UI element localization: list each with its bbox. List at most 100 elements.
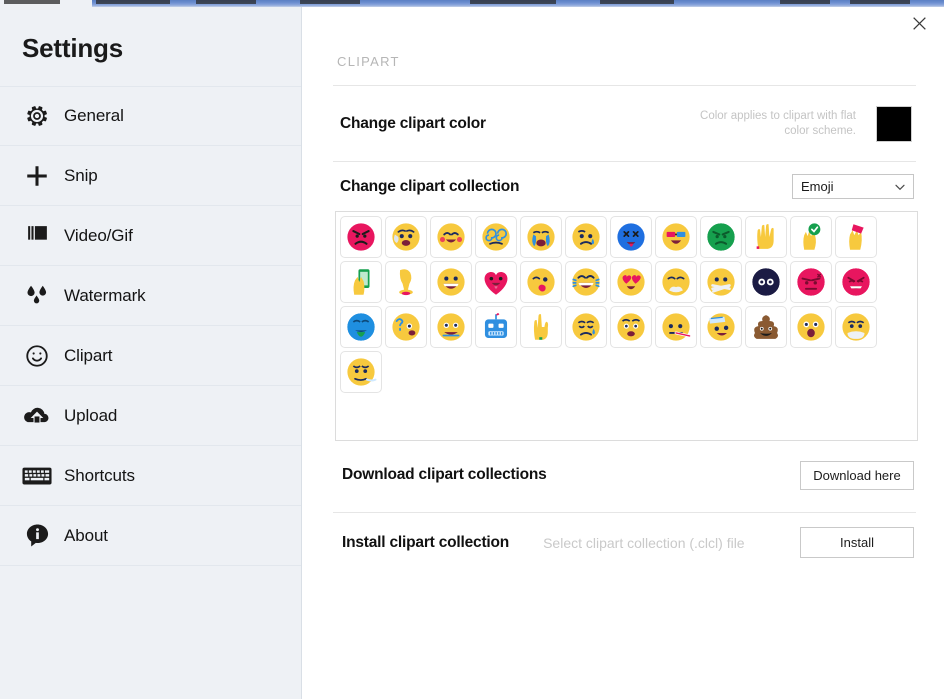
sidebar-item-watermark[interactable]: Watermark: [0, 266, 301, 326]
clipart-grid-panel: [335, 211, 918, 441]
smiling-face-blush-icon: [434, 220, 468, 254]
clipart-item-robot-face[interactable]: [475, 306, 517, 348]
sidebar-item-video-gif[interactable]: Video/Gif: [0, 206, 301, 266]
face-with-cold-compress-icon: [704, 310, 738, 344]
sidebar-item-label: Video/Gif: [64, 225, 133, 245]
clipart-item-fearful-face[interactable]: [610, 306, 652, 348]
tab-text-fragment: [196, 0, 256, 4]
clipart-item-love-you-gesture[interactable]: [520, 306, 562, 348]
close-button[interactable]: [904, 12, 934, 40]
install-collection-row: Install clipart collection Select clipar…: [333, 512, 916, 572]
clipart-item-pile-of-poo[interactable]: [745, 306, 787, 348]
install-button[interactable]: Install: [800, 527, 914, 558]
clipart-item-unamused-face-red[interactable]: [790, 261, 832, 303]
clipart-item-heart-with-tongue[interactable]: [475, 261, 517, 303]
clipart-item-raised-hand[interactable]: [745, 216, 787, 258]
sidebar-item-general[interactable]: General: [0, 86, 301, 146]
clipart-color-label: Change clipart color: [340, 114, 486, 132]
download-here-button[interactable]: Download here: [800, 460, 914, 490]
nauseated-face-icon: [704, 220, 738, 254]
clipart-collection-select[interactable]: Emoji: [792, 174, 914, 199]
clipart-item-smiling-face-blush[interactable]: [430, 216, 472, 258]
clipart-item-dark-face-wide-eyes[interactable]: [745, 261, 787, 303]
gear-icon: [16, 99, 58, 133]
loudly-crying-face-icon: [524, 220, 558, 254]
face-with-open-mouth-icon: [434, 310, 468, 344]
clipart-item-face-blowing-a-kiss[interactable]: [520, 261, 562, 303]
vomiting-face-blue-icon: [344, 310, 378, 344]
unamused-face-red-icon: [794, 265, 828, 299]
pile-of-poo-icon: [749, 310, 783, 344]
sidebar-item-label: About: [64, 525, 108, 545]
face-with-bandage-icon: [704, 265, 738, 299]
sidebar-item-label: Snip: [64, 165, 98, 185]
clipart-item-grinning-face[interactable]: [430, 261, 472, 303]
clipart-color-row: Change clipart color Color applies to cl…: [333, 85, 916, 161]
angry-face-icon: [344, 220, 378, 254]
clipart-item-hand-holding-card[interactable]: [835, 216, 877, 258]
clipart-item-face-with-cold-compress[interactable]: [700, 306, 742, 348]
clipart-item-hand-holding-check[interactable]: [790, 216, 832, 258]
clipart-item-face-with-open-mouth[interactable]: [430, 306, 472, 348]
tab-text-fragment: [780, 0, 830, 4]
page-title: Settings: [22, 33, 123, 63]
clipart-item-face-with-thermometer[interactable]: [655, 306, 697, 348]
raised-hand-icon: [749, 220, 783, 254]
clipart-item-persevering-face-red[interactable]: [835, 261, 877, 303]
sidebar-item-snip[interactable]: Snip: [0, 146, 301, 206]
clipart-item-angry-face[interactable]: [340, 216, 382, 258]
face-with-3d-glasses-icon: [659, 220, 693, 254]
anguished-face-icon: [389, 220, 423, 254]
sneezing-face-icon: [659, 265, 693, 299]
clipart-item-face-with-hand-over-mouth[interactable]: [835, 306, 877, 348]
clipart-item-face-exhaling[interactable]: [340, 351, 382, 393]
clipart-item-screaming-face[interactable]: [790, 306, 832, 348]
keyboard-icon: [16, 459, 58, 493]
browser-tab-strip: [0, 0, 944, 7]
clipart-item-hand-holding-phone[interactable]: [340, 261, 382, 303]
love-you-gesture-icon: [524, 310, 558, 344]
hand-holding-check-icon: [794, 220, 828, 254]
clipart-grid: [339, 216, 914, 395]
clipart-item-thinking-question-face[interactable]: [385, 306, 427, 348]
clipart-item-melting-face[interactable]: [385, 261, 427, 303]
sidebar-item-label: Clipart: [64, 345, 113, 365]
plus-icon: [16, 159, 58, 193]
hand-holding-phone-icon: [344, 265, 378, 299]
clipart-item-loudly-crying-face[interactable]: [520, 216, 562, 258]
download-collections-label: Download clipart collections: [342, 466, 547, 483]
clipart-item-face-with-spiral-eyes[interactable]: [475, 216, 517, 258]
clipart-item-disappointed-relieved[interactable]: [565, 306, 607, 348]
sidebar-item-label: Shortcuts: [64, 465, 135, 485]
dizzy-face-blue-icon: [614, 220, 648, 254]
clipart-color-hint: Color applies to clipart with flat color…: [700, 109, 856, 137]
sidebar-item-clipart[interactable]: Clipart: [0, 326, 301, 386]
sidebar-item-about[interactable]: About: [0, 506, 301, 566]
clipart-item-sad-but-relieved-face[interactable]: [565, 216, 607, 258]
clipart-item-face-with-3d-glasses[interactable]: [655, 216, 697, 258]
sidebar-item-shortcuts[interactable]: Shortcuts: [0, 446, 301, 506]
clipart-item-smiling-face-heart-eyes[interactable]: [610, 261, 652, 303]
clipart-item-sneezing-face[interactable]: [655, 261, 697, 303]
clipart-item-nauseated-face[interactable]: [700, 216, 742, 258]
hand-holding-card-icon: [839, 220, 873, 254]
clipart-item-vomiting-face-blue[interactable]: [340, 306, 382, 348]
sidebar-item-label: General: [64, 106, 124, 125]
face-with-spiral-eyes-icon: [479, 220, 513, 254]
clipart-item-anguished-face[interactable]: [385, 216, 427, 258]
sidebar-item-upload[interactable]: Upload: [0, 386, 301, 446]
sidebar-nav: General Snip Video/Gif Watermark Clipart…: [0, 86, 301, 566]
clipart-item-dizzy-face-blue[interactable]: [610, 216, 652, 258]
settings-sidebar: Settings General Snip Video/Gif Watermar…: [0, 7, 302, 699]
tab-text-fragment: [300, 0, 360, 4]
smiley-icon: [16, 339, 58, 373]
face-with-hand-over-mouth-icon: [839, 310, 873, 344]
chevron-down-icon: [894, 180, 906, 192]
settings-content-panel: CLIPART Change clipart color Color appli…: [303, 7, 944, 699]
install-file-placeholder[interactable]: Select clipart collection (.clcl) file: [543, 535, 745, 551]
clipart-item-face-with-bandage[interactable]: [700, 261, 742, 303]
clipart-item-face-with-tears-of-joy[interactable]: [565, 261, 607, 303]
tab-text-fragment: [470, 0, 556, 4]
cloud-upload-icon: [16, 399, 58, 433]
clipart-color-swatch[interactable]: [876, 105, 912, 142]
